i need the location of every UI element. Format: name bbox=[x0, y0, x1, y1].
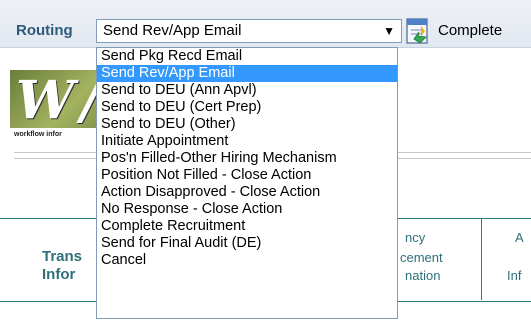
table-header-information: Infor bbox=[42, 266, 76, 283]
complete-button[interactable]: Complete bbox=[438, 22, 502, 39]
dropdown-option[interactable]: Pos'n Filled-Other Hiring Mechanism bbox=[97, 150, 397, 167]
routing-toolbar: Routing Send Rev/App Email ▼ Complete bbox=[0, 0, 531, 48]
table-header-col3-info: Inf bbox=[507, 268, 522, 283]
dropdown-option[interactable]: Complete Recruitment bbox=[97, 218, 397, 235]
workflow-logo: W / workflow infor bbox=[10, 70, 98, 142]
dropdown-option[interactable]: Initiate Appointment bbox=[97, 133, 397, 150]
complete-icon[interactable] bbox=[404, 17, 432, 45]
routing-label: Routing bbox=[16, 22, 73, 39]
dropdown-option[interactable]: Send for Final Audit (DE) bbox=[97, 235, 397, 252]
dropdown-option[interactable]: No Response - Close Action bbox=[97, 201, 397, 218]
routing-select-value: Send Rev/App Email bbox=[103, 22, 242, 39]
dropdown-option[interactable]: Send Pkg Recd Email bbox=[97, 48, 397, 65]
table-column-separator bbox=[481, 218, 482, 300]
dropdown-option[interactable]: Send to DEU (Other) bbox=[97, 116, 397, 133]
routing-options-list[interactable]: Send Pkg Recd Email Send Rev/App Email Sen… bbox=[96, 47, 398, 319]
logo-mark: W / bbox=[16, 70, 98, 131]
logo-caption: workflow infor bbox=[10, 128, 98, 142]
table-header-transaction: Trans bbox=[42, 248, 83, 265]
dropdown-option[interactable]: Send Rev/App Email bbox=[97, 65, 397, 82]
dropdown-option[interactable]: Position Not Filled - Close Action bbox=[97, 167, 397, 184]
dropdown-option[interactable]: Action Disapproved - Close Action bbox=[97, 184, 397, 201]
dropdown-option[interactable]: Send to DEU (Cert Prep) bbox=[97, 99, 397, 116]
table-header-placement: cement bbox=[400, 250, 443, 265]
table-header-information-2: nation bbox=[405, 268, 441, 283]
dropdown-option[interactable]: Cancel bbox=[97, 252, 397, 269]
table-header-col3: A bbox=[515, 230, 524, 245]
table-header-agency: ncy bbox=[405, 230, 426, 245]
routing-select[interactable]: Send Rev/App Email ▼ bbox=[96, 19, 402, 43]
dropdown-option[interactable]: Send to DEU (Ann Apvl) bbox=[97, 82, 397, 99]
dropdown-arrow-icon[interactable]: ▼ bbox=[383, 20, 395, 42]
